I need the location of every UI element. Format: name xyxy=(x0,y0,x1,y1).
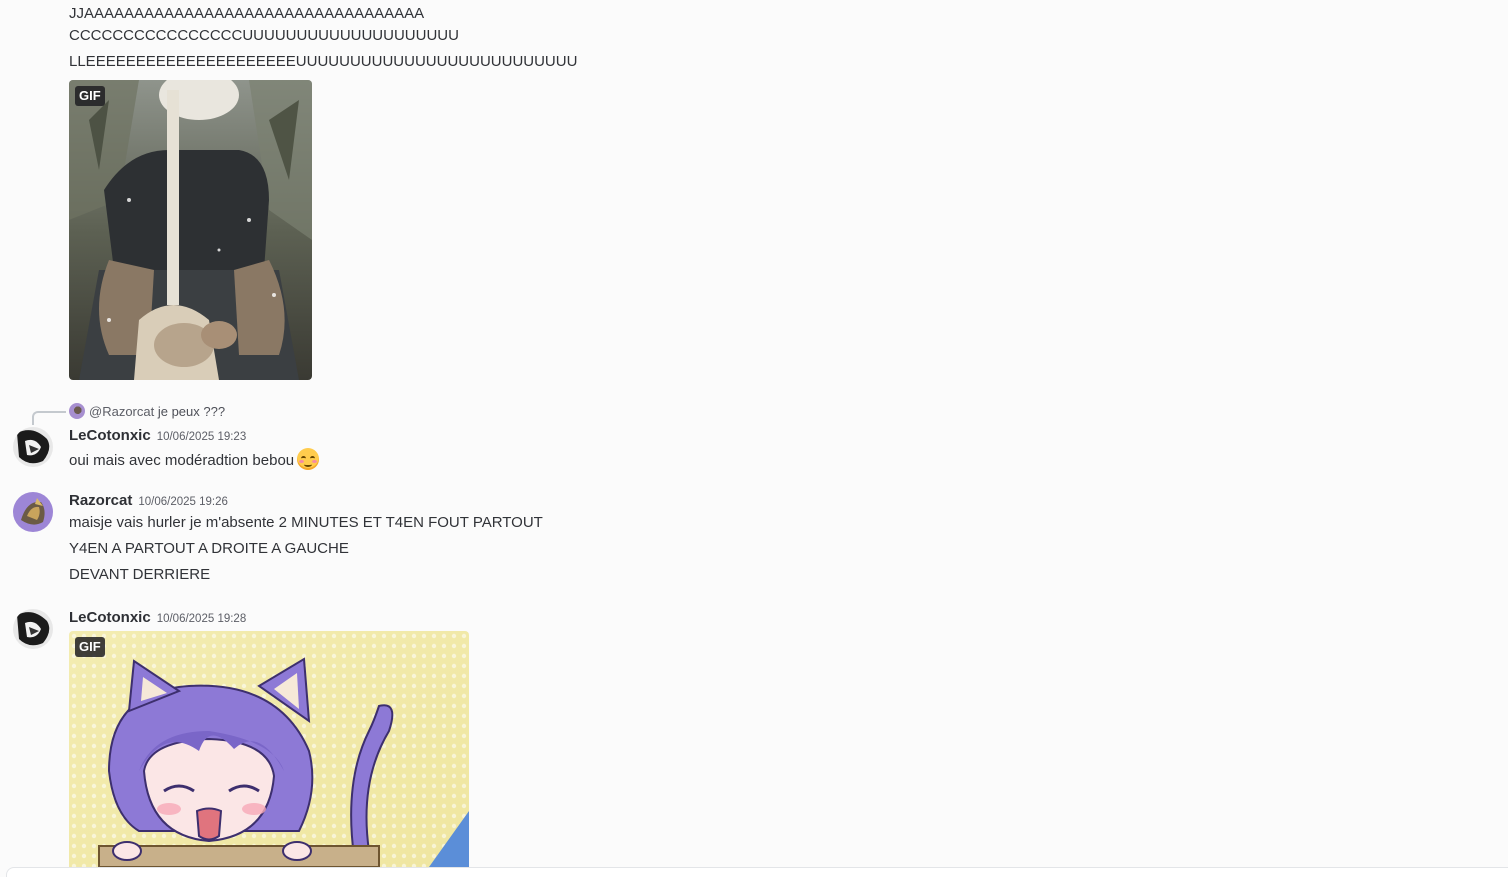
message-header: LeCotonxic 10/06/2025 19:23 xyxy=(69,426,246,447)
username[interactable]: Razorcat xyxy=(69,492,132,509)
gif-badge: GIF xyxy=(75,86,105,106)
reply-preview[interactable]: @Razorcat je peux ??? xyxy=(69,403,225,421)
reply-mention[interactable]: @Razorcat xyxy=(89,404,154,419)
message-line: maisje vais hurler je m'absente 2 MINUTE… xyxy=(69,514,543,531)
scrollbar[interactable] xyxy=(1504,0,1508,877)
message-list: JJAAAAAAAAAAAAAAAAAAAAAAAAAAAAAAAAAA CCC… xyxy=(0,0,1508,877)
timestamp: 10/06/2025 19:23 xyxy=(156,431,247,443)
timestamp: 10/06/2025 19:26 xyxy=(138,496,228,508)
message-line: Y4EN A PARTOUT A DROITE A GAUCHE xyxy=(69,540,349,557)
message-line: DEVANT DERRIERE xyxy=(69,566,211,583)
reply-text: je peux ??? xyxy=(157,404,226,419)
message-line: CCCCCCCCCCCCCCCCUUUUUUUUUUUUUUUUUUUU xyxy=(69,27,459,44)
gif-attachment[interactable]: GIF xyxy=(69,80,312,380)
message-input-bar[interactable] xyxy=(6,867,1508,877)
smiling-face-with-blush-emoji-icon[interactable] xyxy=(297,448,320,470)
reply-spine xyxy=(32,411,66,425)
gif-attachment[interactable]: GIF xyxy=(69,631,469,867)
reply-avatar xyxy=(69,403,85,419)
message-content: oui mais avec modéradtion bebou xyxy=(69,448,320,471)
username[interactable]: LeCotonxic xyxy=(69,427,151,444)
gif-image xyxy=(69,80,312,380)
message-line: LLEEEEEEEEEEEEEEEEEEEEEUUUUUUUUUUUUUUUUU… xyxy=(69,53,578,70)
username[interactable]: LeCotonxic xyxy=(69,609,151,626)
message-text: oui mais avec modéradtion bebou xyxy=(69,452,295,469)
message-line: JJAAAAAAAAAAAAAAAAAAAAAAAAAAAAAAAAAA xyxy=(69,5,425,22)
gif-image xyxy=(69,631,469,867)
avatar[interactable] xyxy=(13,492,53,532)
timestamp: 10/06/2025 19:28 xyxy=(156,613,247,625)
message-header: LeCotonxic 10/06/2025 19:28 xyxy=(69,608,246,629)
avatar[interactable] xyxy=(13,427,53,467)
gif-badge: GIF xyxy=(75,637,105,657)
avatar[interactable] xyxy=(13,609,53,649)
message-header: Razorcat 10/06/2025 19:26 xyxy=(69,491,228,512)
